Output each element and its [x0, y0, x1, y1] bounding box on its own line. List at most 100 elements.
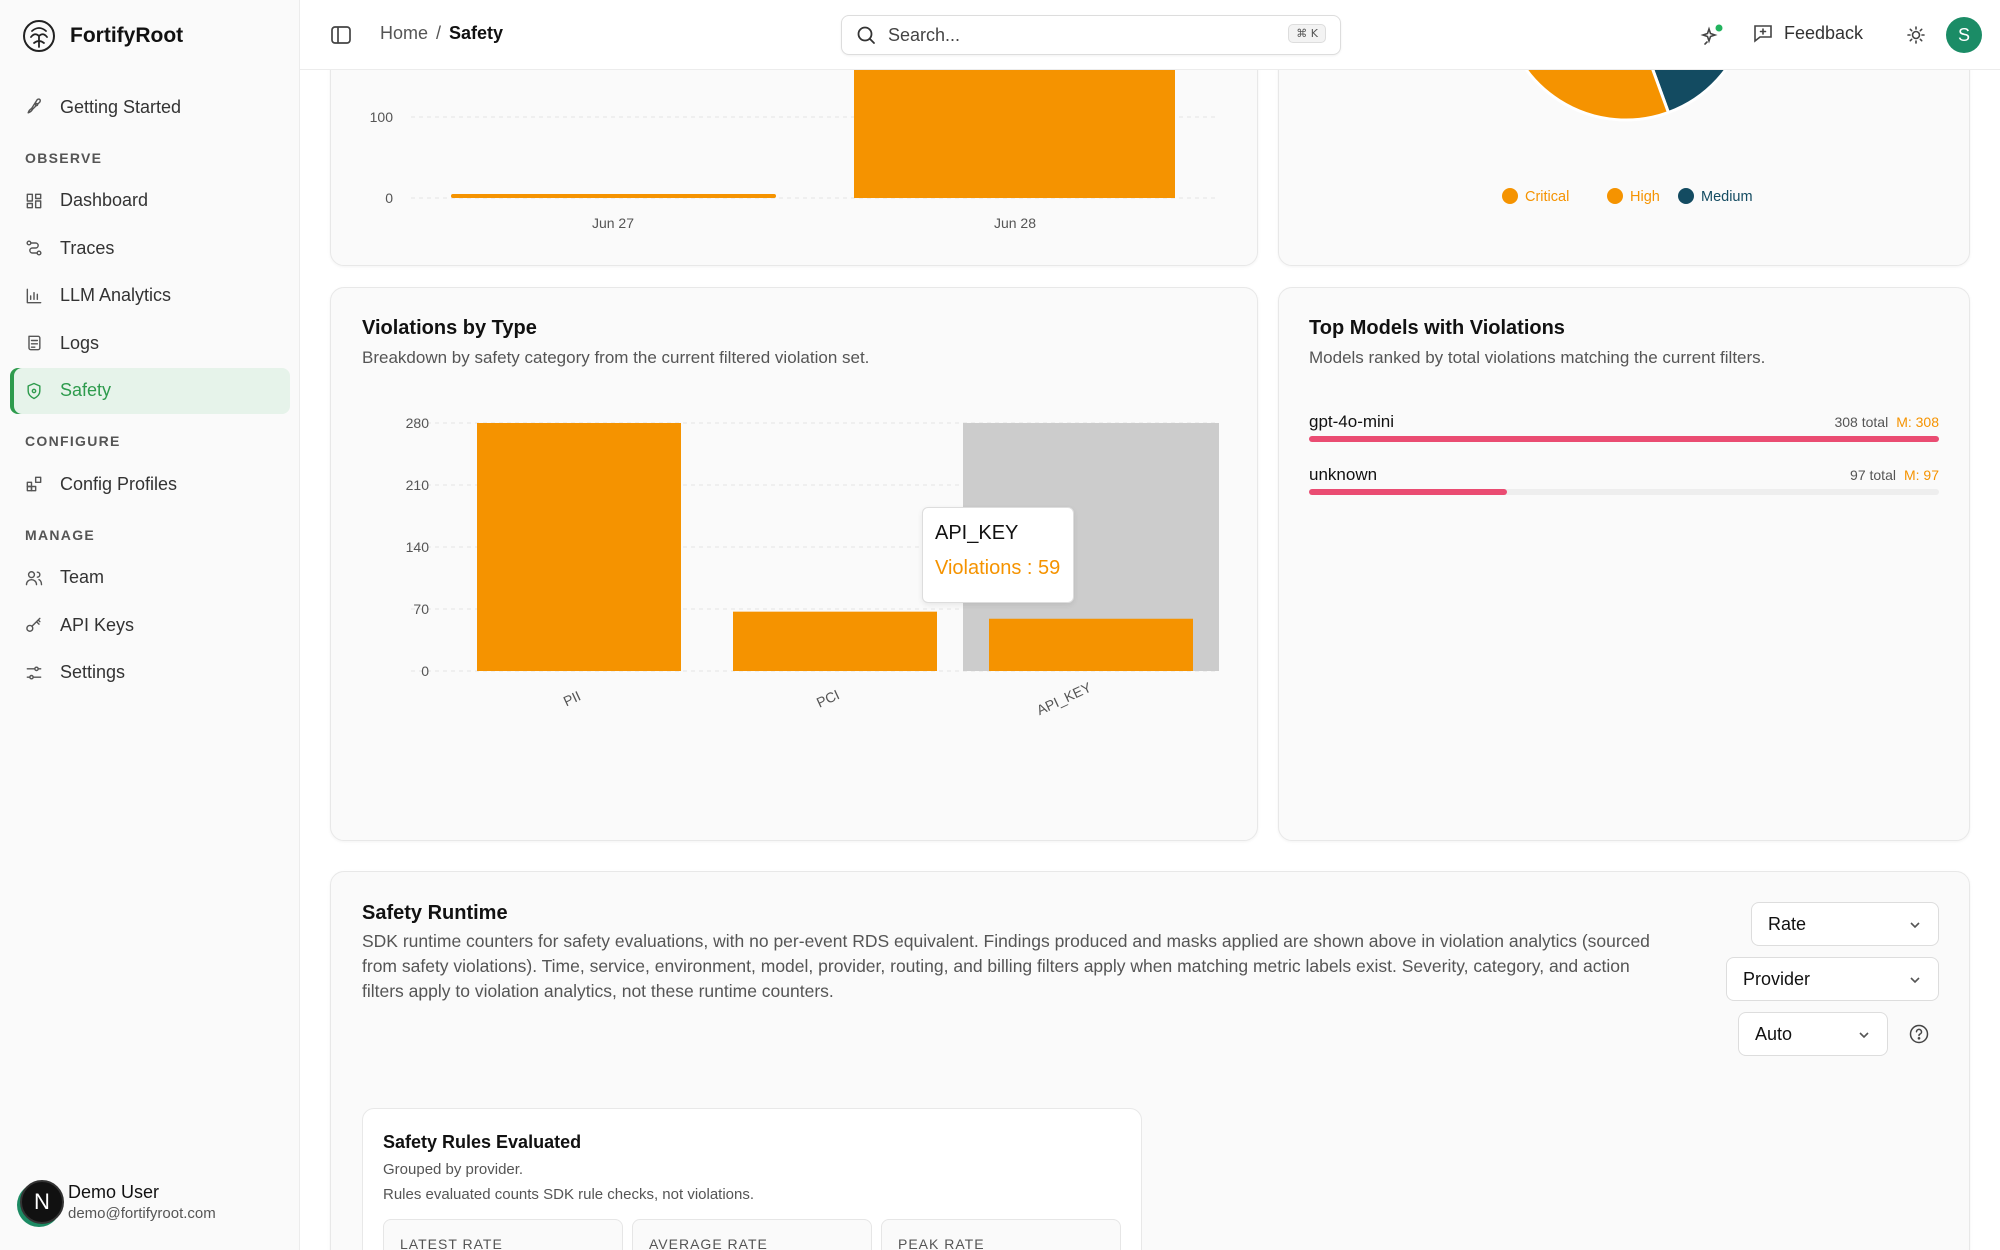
- model-count: M: 308: [1896, 414, 1939, 430]
- sidebar-item-label: Dashboard: [60, 190, 149, 210]
- search-shortcut: ⌘ K: [1288, 24, 1326, 43]
- description-line: filters apply to violation analytics, no…: [362, 981, 834, 1001]
- rocket-icon: [27, 98, 41, 114]
- model-total: 308 total: [1834, 414, 1889, 430]
- description-line: from safety violations). Time, service, …: [362, 956, 1630, 976]
- sun-theme-icon[interactable]: [1904, 23, 1928, 47]
- y-tick-label: 0: [421, 663, 429, 679]
- stat-latest-rate: LATEST RATE: [383, 1219, 623, 1250]
- violations-by-type-chart[interactable]: 280 210 140 70 0 PII PCI API_KEY: [331, 288, 1259, 842]
- sidebar-section-manage: MANAGE: [25, 526, 96, 543]
- sidebar-toggle-icon[interactable]: [330, 24, 352, 46]
- model-name: gpt-4o-mini: [1309, 412, 1395, 431]
- metric-select[interactable]: Rate: [1751, 902, 1939, 946]
- key-icon: [26, 617, 41, 632]
- sidebar-item-api-keys[interactable]: API Keys: [10, 602, 290, 648]
- sidebar-item-logs[interactable]: Logs: [10, 320, 290, 366]
- logs-scroll-icon: [28, 335, 41, 351]
- legend-item: High: [1607, 188, 1660, 205]
- sidebar-item-label: Team: [60, 567, 105, 587]
- user-name: Demo User: [68, 1182, 160, 1202]
- legend-label: Critical: [1525, 189, 1569, 205]
- avatar: N: [20, 1180, 64, 1224]
- sidebar-item-traces[interactable]: Traces: [10, 225, 290, 271]
- brand[interactable]: FortifyRoot: [22, 16, 183, 56]
- model-name: unknown: [1309, 465, 1378, 484]
- select-value: Rate: [1768, 913, 1807, 934]
- avatar[interactable]: S: [1946, 17, 1982, 53]
- model-bar-fill: [1309, 489, 1508, 495]
- sidebar-item-label: Getting Started: [60, 96, 182, 117]
- sidebar-item-config-profiles[interactable]: Config Profiles: [10, 461, 290, 507]
- bar-api-key: [989, 618, 1193, 671]
- help-circle-icon[interactable]: [1909, 1024, 1929, 1044]
- legend-swatch: [1607, 188, 1623, 204]
- sidebar-item-safety[interactable]: Safety: [10, 367, 290, 414]
- x-tick-label: API_KEY: [1034, 679, 1094, 718]
- y-tick-label: 0: [385, 190, 393, 206]
- breadcrumb: Home / Safety: [380, 23, 503, 44]
- sidebar-item-label: Config Profiles: [60, 473, 178, 494]
- bar-pii: [477, 423, 681, 671]
- search-box[interactable]: ⌘ K: [841, 15, 1341, 55]
- feedback-label: Feedback: [1784, 22, 1864, 43]
- sidebar-nav: Getting Started OBSERVE Dashboard Traces…: [10, 84, 290, 697]
- x-tick-label: Jun 27: [592, 215, 634, 231]
- sidebar-item-label: Settings: [60, 662, 126, 682]
- select-value: Auto: [1755, 1023, 1793, 1044]
- traces-route-icon: [26, 240, 42, 256]
- y-tick-label: 280: [406, 415, 430, 431]
- topbar: Home / Safety ⌘ K Feedback S: [300, 0, 2000, 70]
- sidebar-item-label: API Keys: [60, 614, 135, 635]
- chart-tooltip: API_KEY Violations : 59: [922, 507, 1074, 603]
- select-value: Provider: [1743, 968, 1811, 989]
- breadcrumb-current: Safety: [449, 23, 504, 43]
- card-description: Rules evaluated counts SDK rule checks, …: [383, 1186, 755, 1203]
- y-tick-label: 210: [406, 477, 430, 493]
- sidebar-section-configure: CONFIGURE: [25, 433, 121, 449]
- tooltip-label: API_KEY: [935, 522, 1019, 544]
- stat-peak-rate: PEAK RATE: [881, 1219, 1121, 1250]
- card-title: Top Models with Violations: [1309, 317, 1565, 339]
- sidebar-item-settings[interactable]: Settings: [10, 650, 290, 696]
- chevron-down-icon: [1910, 977, 1920, 984]
- sidebar: FortifyRoot Getting Started OBSERVE Dash…: [0, 0, 300, 1250]
- legend-item: Medium: [1678, 188, 1753, 205]
- sidebar-item-team[interactable]: Team: [10, 555, 290, 601]
- stat-average-rate: AVERAGE RATE: [632, 1219, 872, 1250]
- top-models-card: Top Models with Violations Models ranked…: [1278, 287, 1970, 841]
- search-input[interactable]: [888, 24, 1268, 46]
- tooltip-value: Violations : 59: [935, 557, 1061, 579]
- sidebar-item-llm-analytics[interactable]: LLM Analytics: [10, 273, 290, 319]
- fortifyroot-logo-icon: [23, 20, 55, 52]
- sparkle-notification-icon[interactable]: [1700, 23, 1724, 47]
- interval-select[interactable]: Auto: [1738, 1012, 1888, 1056]
- legend-swatch: [1502, 188, 1518, 204]
- x-tick-label: PII: [561, 688, 583, 710]
- sliders-icon: [26, 665, 42, 680]
- feedback-button[interactable]: Feedback: [1752, 22, 1863, 44]
- y-tick-label: 100: [370, 109, 394, 125]
- safety-rules-evaluated-card: Safety Rules Evaluated Grouped by provid…: [362, 1108, 1142, 1250]
- sidebar-item-dashboard[interactable]: Dashboard: [10, 178, 290, 224]
- brand-name: FortifyRoot: [70, 24, 184, 47]
- group-by-select[interactable]: Provider: [1726, 957, 1939, 1001]
- breadcrumb-home[interactable]: Home: [380, 23, 428, 44]
- model-count: M: 97: [1903, 467, 1939, 483]
- user-email: demo@fortifyroot.com: [68, 1205, 216, 1222]
- sidebar-item-getting-started[interactable]: Getting Started: [10, 84, 290, 130]
- chevron-down-icon: [1859, 1032, 1869, 1039]
- sidebar-item-label: Traces: [60, 237, 115, 258]
- legend-label: Medium: [1701, 189, 1753, 205]
- sidebar-section-observe: OBSERVE: [25, 149, 103, 166]
- card-title: Safety Rules Evaluated: [383, 1132, 582, 1152]
- sidebar-item-label: Logs: [60, 332, 100, 353]
- chevron-down-icon: [1910, 922, 1920, 929]
- model-total: 97 total: [1850, 467, 1896, 483]
- sidebar-item-label: Safety: [60, 380, 112, 400]
- breadcrumb-separator: /: [436, 23, 442, 43]
- y-tick-label: 140: [406, 539, 430, 555]
- bar-pci: [733, 611, 937, 671]
- user-profile[interactable]: N Demo User demo@fortifyroot.com: [20, 1180, 216, 1224]
- search-icon: [857, 26, 875, 44]
